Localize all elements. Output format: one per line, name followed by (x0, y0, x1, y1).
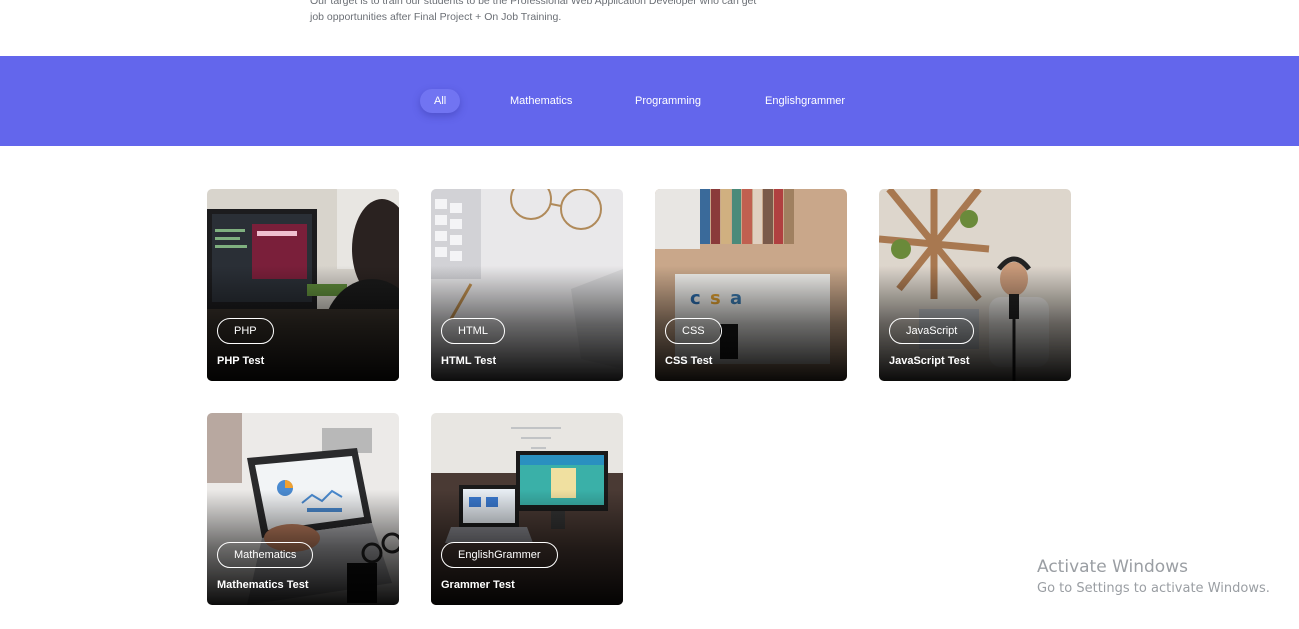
card-title[interactable]: Grammer Test (441, 579, 515, 591)
test-card-javascript[interactable]: JavaScript JavaScript Test (879, 189, 1071, 381)
intro-text: Our target is to train our students to b… (310, 0, 790, 25)
filter-all-button[interactable]: All (420, 89, 461, 113)
watermark-title: Activate Windows (1037, 557, 1188, 577)
card-tag[interactable]: Mathematics (217, 542, 314, 568)
card-tag[interactable]: PHP (217, 318, 274, 344)
card-title[interactable]: PHP Test (217, 355, 264, 367)
test-card-grammer[interactable]: EnglishGrammer Grammer Test (431, 413, 623, 605)
activate-windows-watermark: Activate Windows Go to Settings to activ… (1037, 556, 1270, 600)
filter-englishgrammer-button[interactable]: Englishgrammer (765, 89, 845, 113)
card-overlay (655, 189, 847, 381)
test-card-mathematics[interactable]: Mathematics Mathematics Test (207, 413, 399, 605)
test-card-html[interactable]: HTML HTML Test (431, 189, 623, 381)
card-overlay (431, 189, 623, 381)
card-title[interactable]: Mathematics Test (217, 579, 309, 591)
card-title[interactable]: JavaScript Test (889, 355, 970, 367)
intro-line-2: job opportunities after Final Project + … (310, 11, 562, 23)
card-tag[interactable]: HTML (441, 318, 505, 344)
card-title[interactable]: CSS Test (665, 355, 712, 367)
card-overlay (207, 189, 399, 381)
filter-mathematics-button[interactable]: Mathematics (510, 89, 572, 113)
card-overlay (431, 413, 623, 605)
watermark-subtitle: Go to Settings to activate Windows. (1037, 581, 1270, 596)
filter-programming-button[interactable]: Programming (635, 89, 701, 113)
test-card-css[interactable]: c s a CSS CSS Test (655, 189, 847, 381)
test-card-php[interactable]: PHP PHP Test (207, 189, 399, 381)
card-title[interactable]: HTML Test (441, 355, 496, 367)
card-tag[interactable]: JavaScript (889, 318, 975, 344)
card-tag[interactable]: EnglishGrammer (441, 542, 558, 568)
card-overlay (207, 413, 399, 605)
intro-line-1: Our target is to train our students to b… (310, 0, 757, 7)
card-overlay (879, 189, 1071, 381)
card-tag[interactable]: CSS (665, 318, 722, 344)
